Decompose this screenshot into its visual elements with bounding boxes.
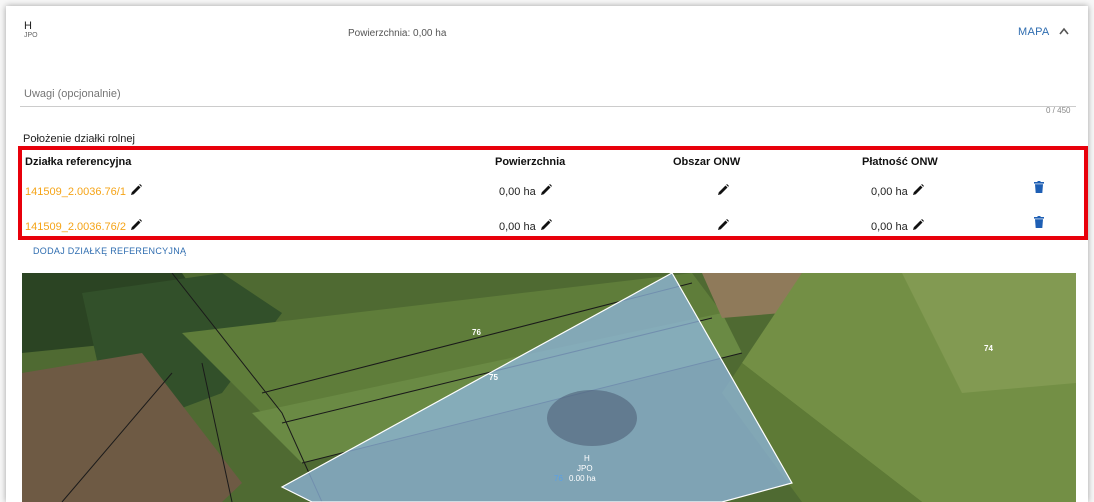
notes-input[interactable] (20, 82, 1076, 107)
area-cell: 0,00 ha (499, 218, 553, 233)
pencil-icon[interactable] (129, 218, 143, 232)
parcel-title: H (24, 20, 32, 32)
map-selected-area: 0.00 ha (569, 474, 596, 483)
pencil-icon[interactable] (539, 183, 553, 197)
column-header-area: Powierzchnia (495, 156, 566, 168)
trash-icon[interactable] (1034, 181, 1044, 193)
map-label-76: 76 (472, 328, 481, 337)
column-header-onw-payment: Płatność ONW (862, 156, 938, 168)
parcel-link[interactable]: 141509_2.0036.76/2 (25, 221, 126, 233)
onw-area-cell (716, 218, 730, 233)
pencil-icon[interactable] (716, 183, 730, 197)
map-selected-title: H (584, 454, 590, 463)
parcel-subtitle: JPO (24, 32, 38, 39)
onw-payment-value: 0,00 ha (871, 186, 908, 198)
onw-payment-cell: 0,00 ha (871, 183, 925, 198)
pencil-icon[interactable] (129, 183, 143, 197)
area-value: 0,00 ha (499, 221, 536, 233)
trash-icon[interactable] (1034, 216, 1044, 228)
table-row: 141509_2.0036.76/1 (25, 183, 143, 198)
onw-payment-cell: 0,00 ha (871, 218, 925, 233)
section-title: Położenie działki rolnej (23, 133, 135, 145)
pencil-icon[interactable] (716, 218, 730, 232)
pencil-icon[interactable] (911, 183, 925, 197)
onw-payment-value: 0,00 ha (871, 221, 908, 233)
pencil-icon[interactable] (539, 218, 553, 232)
map-selected-jpo: JPO (577, 464, 593, 473)
column-header-onw-area: Obszar ONW (673, 156, 741, 168)
parcel-link[interactable]: 141509_2.0036.76/1 (25, 186, 126, 198)
notes-char-counter: 0 / 450 (1046, 106, 1071, 115)
map-label-75: 75 (489, 373, 498, 382)
map-label-74: 74 (984, 344, 993, 353)
add-reference-parcel-link[interactable]: DODAJ DZIAŁKĘ REFERENCYJNĄ (33, 246, 186, 256)
map-view[interactable]: 76 75 74 H JPO 76 0.00 ha (22, 273, 1076, 502)
tree-cluster (547, 390, 637, 446)
table-row: 141509_2.0036.76/2 (25, 218, 143, 233)
pencil-icon[interactable] (911, 218, 925, 232)
area-cell: 0,00 ha (499, 183, 553, 198)
map-label-76-inner: 76 (554, 474, 563, 483)
onw-area-cell (716, 183, 730, 198)
map-button[interactable]: MAPA (1018, 26, 1050, 38)
parcel-area-summary: Powierzchnia: 0,00 ha (348, 28, 447, 39)
column-header-parcel: Działka referencyjna (25, 156, 132, 168)
area-value: 0,00 ha (499, 186, 536, 198)
chevron-up-icon[interactable] (1059, 24, 1069, 38)
parcel-card: H JPO Powierzchnia: 0,00 ha MAPA 0 / 450… (6, 6, 1088, 502)
